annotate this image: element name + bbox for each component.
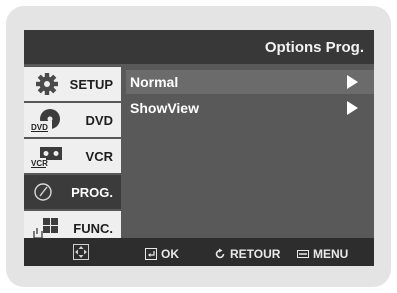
menu-button[interactable]: MENU	[297, 246, 349, 261]
footer-bar: OK RETOUR MENU	[24, 238, 374, 266]
option-label: Normal	[130, 74, 179, 90]
menu-label: MENU	[313, 246, 349, 261]
menu-item-label: PROG.	[71, 185, 113, 200]
arrow-right-icon	[347, 101, 358, 115]
menu-item-label: VCR	[85, 149, 113, 164]
retour-button[interactable]: RETOUR	[214, 246, 281, 261]
header-bar: Options Prog.	[24, 30, 374, 64]
dvd-disc-icon: DVD	[30, 107, 64, 133]
menu-item-dvd[interactable]: DVD DVD	[24, 103, 121, 137]
arrow-right-icon	[347, 75, 358, 89]
menu-item-setup[interactable]: SETUP	[24, 67, 121, 101]
menu-item-label: SETUP	[69, 77, 113, 92]
ok-button[interactable]: OK	[145, 246, 179, 261]
option-normal[interactable]: Normal	[126, 70, 374, 94]
menu-item-prog[interactable]: PROG.	[24, 175, 121, 209]
vcr-cassette-icon: VCR	[30, 143, 64, 169]
menu-item-vcr[interactable]: VCR VCR	[24, 139, 121, 173]
page-title: Options Prog.	[264, 39, 364, 56]
clock-icon	[30, 179, 64, 205]
enter-icon	[145, 247, 157, 260]
option-showview[interactable]: ShowView	[126, 96, 374, 120]
menu-item-label: DVD	[85, 113, 113, 128]
menu-icon	[297, 249, 309, 258]
navigation-pad-icon	[73, 244, 89, 260]
return-icon	[215, 248, 225, 259]
gear-icon	[30, 71, 64, 97]
ok-label: OK	[161, 246, 179, 261]
svg-text:DVD: DVD	[31, 123, 48, 132]
menu-item-label: FUNC.	[73, 221, 113, 236]
svg-text:VCR: VCR	[31, 159, 48, 168]
tv-screen: Options Prog. SETUP DVD DVD VCR VCR PROG…	[6, 6, 391, 287]
osd-panel: Options Prog. SETUP DVD DVD VCR VCR PROG…	[24, 30, 374, 266]
retour-label: RETOUR	[230, 246, 281, 261]
option-label: ShowView	[130, 100, 199, 116]
